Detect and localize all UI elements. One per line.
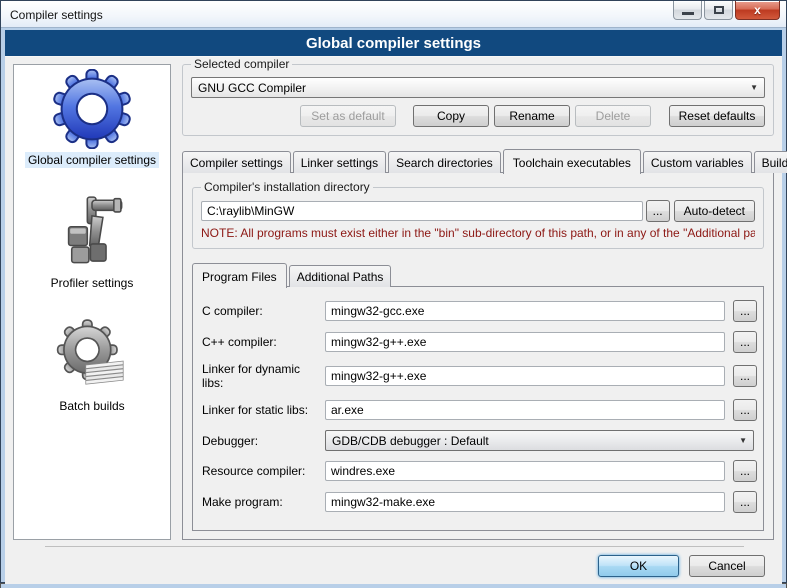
- resource-compiler-label: Resource compiler:: [202, 464, 320, 478]
- subtab-additional-paths[interactable]: Additional Paths: [289, 265, 392, 287]
- toolchain-executables-panel: Compiler's installation directory ... Au…: [182, 172, 774, 540]
- field-row-resource-compiler: Resource compiler: ...: [202, 460, 754, 482]
- static-linker-input[interactable]: [325, 400, 725, 420]
- tab-linker-settings[interactable]: Linker settings: [293, 151, 386, 173]
- installation-directory-group: Compiler's installation directory ... Au…: [192, 187, 764, 249]
- tab-build-options[interactable]: Build options: [754, 151, 787, 173]
- maximize-button[interactable]: [704, 1, 733, 20]
- dynamic-linker-label: Linker for dynamic libs:: [202, 362, 320, 390]
- cpp-compiler-browse-button[interactable]: ...: [733, 331, 757, 353]
- note-text: NOTE: All programs must exist either in …: [201, 226, 755, 240]
- c-compiler-browse-button[interactable]: ...: [733, 300, 757, 322]
- sidebar-item-global-compiler-settings[interactable]: Global compiler settings: [25, 69, 159, 168]
- selected-compiler-group-label: Selected compiler: [191, 57, 292, 71]
- reset-defaults-button[interactable]: Reset defaults: [669, 105, 765, 127]
- selected-compiler-group: Selected compiler GNU GCC Compiler ▼ Set…: [182, 64, 774, 136]
- cpp-compiler-label: C++ compiler:: [202, 335, 320, 349]
- sidebar-item-profiler-settings[interactable]: Profiler settings: [48, 194, 137, 291]
- compiler-select-value: GNU GCC Compiler: [198, 81, 306, 95]
- chevron-down-icon: ▼: [739, 436, 747, 445]
- resource-compiler-input[interactable]: [325, 461, 725, 481]
- toolchain-subtabs: Program Files Additional Paths: [192, 263, 764, 287]
- sidebar-item-label: Global compiler settings: [25, 152, 159, 168]
- resource-compiler-browse-button[interactable]: ...: [733, 460, 757, 482]
- tab-custom-variables[interactable]: Custom variables: [643, 151, 752, 173]
- sidebar-item-label: Profiler settings: [48, 275, 137, 291]
- field-row-debugger: Debugger: GDB/CDB debugger : Default ▼: [202, 430, 754, 451]
- page-title: Global compiler settings: [306, 35, 481, 52]
- dynamic-linker-browse-button[interactable]: ...: [733, 365, 757, 387]
- field-row-dynamic-linker: Linker for dynamic libs: ...: [202, 362, 754, 390]
- chevron-down-icon: ▼: [750, 83, 758, 92]
- field-row-cpp-compiler: C++ compiler: ...: [202, 331, 754, 353]
- tab-search-directories[interactable]: Search directories: [388, 151, 501, 173]
- c-compiler-input[interactable]: [325, 301, 725, 321]
- window-controls: x: [671, 1, 780, 20]
- browse-directory-button[interactable]: ...: [646, 200, 670, 222]
- debugger-label: Debugger:: [202, 434, 320, 448]
- dialog-body: Global compiler settings: [5, 56, 782, 584]
- compiler-tabs: Compiler settings Linker settings Search…: [182, 149, 774, 173]
- ok-button[interactable]: OK: [598, 555, 679, 577]
- tab-toolchain-executables[interactable]: Toolchain executables: [503, 149, 641, 174]
- compiler-settings-dialog: Compiler settings x Global compiler sett…: [0, 0, 787, 583]
- compiler-select[interactable]: GNU GCC Compiler ▼: [191, 77, 765, 98]
- dialog-header: Global compiler settings: [5, 30, 782, 56]
- close-button[interactable]: x: [735, 1, 780, 20]
- dynamic-linker-input[interactable]: [325, 366, 725, 386]
- cancel-button[interactable]: Cancel: [689, 555, 765, 577]
- settings-sidebar: Global compiler settings: [13, 64, 171, 540]
- profiler-icon: [53, 194, 131, 272]
- c-compiler-label: C compiler:: [202, 304, 320, 318]
- cpp-compiler-input[interactable]: [325, 332, 725, 352]
- settings-panel: Selected compiler GNU GCC Compiler ▼ Set…: [182, 64, 774, 540]
- rename-button[interactable]: Rename: [494, 105, 570, 127]
- installation-directory-label: Compiler's installation directory: [201, 180, 373, 194]
- tab-compiler-settings[interactable]: Compiler settings: [182, 151, 291, 173]
- sidebar-item-label: Batch builds: [56, 398, 127, 414]
- make-program-browse-button[interactable]: ...: [733, 491, 757, 513]
- window-title: Compiler settings: [10, 8, 103, 22]
- batch-builds-icon: [53, 317, 131, 395]
- debugger-select[interactable]: GDB/CDB debugger : Default ▼: [325, 430, 754, 451]
- installation-directory-input[interactable]: [201, 201, 643, 221]
- make-program-label: Make program:: [202, 495, 320, 509]
- dialog-footer: OK Cancel: [13, 540, 774, 584]
- sidebar-item-batch-builds[interactable]: Batch builds: [53, 317, 131, 414]
- copy-button[interactable]: Copy: [413, 105, 489, 127]
- blue-gear-icon: [52, 69, 132, 149]
- static-linker-browse-button[interactable]: ...: [733, 399, 757, 421]
- window-frame-bottom: [1, 584, 786, 588]
- close-icon: x: [754, 3, 761, 17]
- auto-detect-button[interactable]: Auto-detect: [674, 200, 755, 222]
- field-row-static-linker: Linker for static libs: ...: [202, 399, 754, 421]
- minimize-icon: [682, 12, 694, 15]
- make-program-input[interactable]: [325, 492, 725, 512]
- delete-button[interactable]: Delete: [575, 105, 651, 127]
- field-row-c-compiler: C compiler: ...: [202, 300, 754, 322]
- debugger-select-value: GDB/CDB debugger : Default: [332, 434, 489, 448]
- compiler-actions: Set as default Copy Rename Delete Reset …: [191, 105, 765, 127]
- program-files-panel: C compiler: ... C++ compiler: ... Linker…: [192, 286, 764, 531]
- minimize-button[interactable]: [673, 1, 702, 20]
- field-row-make-program: Make program: ...: [202, 491, 754, 513]
- static-linker-label: Linker for static libs:: [202, 403, 320, 417]
- maximize-icon: [714, 6, 724, 14]
- titlebar[interactable]: Compiler settings x: [1, 1, 786, 28]
- subtab-program-files[interactable]: Program Files: [192, 263, 287, 288]
- set-as-default-button[interactable]: Set as default: [300, 105, 396, 127]
